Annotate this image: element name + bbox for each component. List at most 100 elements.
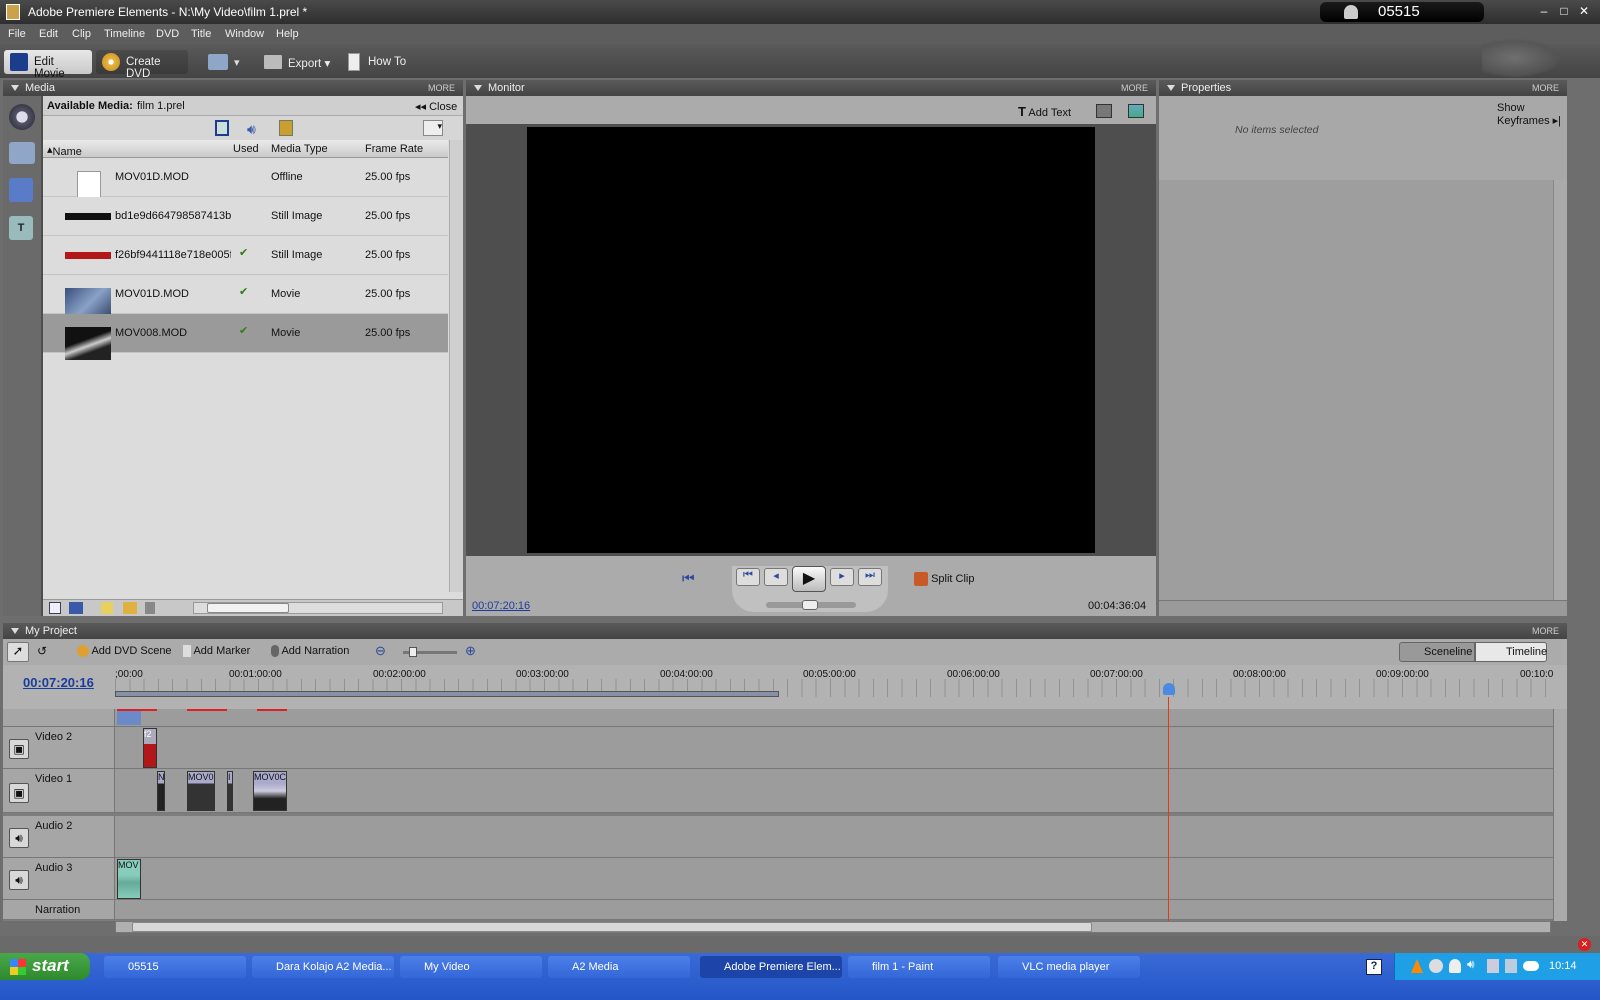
- media-row[interactable]: bd1e9d664798587413b0a Still Image 25.00 …: [43, 197, 448, 236]
- cloud-tray-icon[interactable]: [1523, 961, 1539, 971]
- task-premiere-elements[interactable]: Adobe Premiere Elem...: [700, 956, 842, 978]
- collapse-icon[interactable]: [11, 628, 19, 634]
- split-clip-button[interactable]: Split Clip: [914, 572, 974, 586]
- delete-icon[interactable]: [145, 602, 155, 614]
- video-track-icon[interactable]: ▣: [9, 739, 29, 759]
- work-area-bar[interactable]: [115, 691, 779, 697]
- clip[interactable]: f2: [143, 728, 157, 768]
- volume-tray-icon[interactable]: 🔊︎: [1467, 957, 1475, 972]
- sceneline-button[interactable]: Sceneline: [1399, 642, 1475, 662]
- create-dvd-button[interactable]: Create DVD: [96, 50, 188, 80]
- media-row[interactable]: f26bf9441118e718e005f1 ✔ Still Image 25.…: [43, 236, 448, 275]
- filter-audio-icon[interactable]: 🔊︎: [247, 121, 256, 138]
- menu-help[interactable]: Help: [276, 28, 299, 40]
- task-vlc[interactable]: VLC media player: [998, 956, 1140, 978]
- safe-margin-icon[interactable]: [1128, 104, 1144, 118]
- media-scroll-thumb[interactable]: [207, 603, 289, 613]
- menu-clip[interactable]: Clip: [72, 28, 91, 40]
- icon-view-icon[interactable]: [69, 602, 83, 614]
- clip[interactable]: N: [157, 771, 165, 811]
- column-media-type[interactable]: Media Type: [271, 143, 328, 155]
- timeline-vertical-scrollbar[interactable]: [1553, 709, 1567, 921]
- audio-track-icon[interactable]: 🔊︎: [9, 828, 29, 848]
- filter-image-icon[interactable]: [279, 120, 293, 136]
- new-folder-icon[interactable]: [123, 602, 137, 614]
- start-button[interactable]: start: [0, 953, 90, 980]
- go-to-beginning-icon[interactable]: ⏮: [682, 570, 695, 587]
- task-paint[interactable]: film 1 - Paint: [848, 956, 990, 978]
- capture-icon[interactable]: [208, 54, 228, 70]
- filter-video-icon[interactable]: [215, 120, 229, 136]
- media-row-selected[interactable]: MOV008.MOD ✔ Movie 25.00 fps: [43, 314, 448, 360]
- playhead-handle[interactable]: [1163, 683, 1175, 695]
- menu-title[interactable]: Title: [191, 28, 211, 40]
- edit-movie-button[interactable]: Edit Movie: [4, 50, 92, 80]
- tray-icon[interactable]: [1487, 959, 1499, 973]
- view-options-icon[interactable]: ▾: [423, 120, 443, 136]
- clip[interactable]: MOV0: [187, 771, 215, 811]
- maximize-button[interactable]: □: [1556, 4, 1572, 20]
- column-used[interactable]: Used: [233, 143, 259, 155]
- zoom-in-icon[interactable]: ⊕: [465, 643, 476, 659]
- collapse-icon[interactable]: [1167, 85, 1175, 91]
- menu-edit[interactable]: Edit: [39, 28, 58, 40]
- user-badge[interactable]: 05515: [1320, 2, 1484, 22]
- column-name[interactable]: ▴ Name: [47, 143, 82, 158]
- add-narration-button[interactable]: Add Narration: [271, 645, 349, 658]
- film-reel-icon[interactable]: [9, 104, 35, 130]
- selection-tool-icon[interactable]: ➚: [7, 642, 29, 662]
- help-icon[interactable]: ?: [1366, 959, 1382, 975]
- collapse-icon[interactable]: [11, 85, 19, 91]
- menu-window[interactable]: Window: [225, 28, 264, 40]
- task-browser[interactable]: Dara Kolajo A2 Media...: [252, 956, 394, 978]
- media-row[interactable]: MOV01D.MOD Offline 25.00 fps: [43, 158, 448, 201]
- current-timecode[interactable]: 00:07:20:16: [472, 600, 530, 612]
- menu-file[interactable]: File: [8, 28, 26, 40]
- time-ruler[interactable]: 00:07:20:16 ;00:00 00:01:00:00 00:02:00:…: [3, 665, 1567, 709]
- close-button[interactable]: ✕: [1576, 4, 1592, 20]
- timeline-button[interactable]: Timeline: [1475, 642, 1547, 662]
- error-icon[interactable]: ✕: [1578, 938, 1591, 951]
- zoom-out-icon[interactable]: ⊖: [375, 643, 386, 659]
- how-to-button[interactable]: How To: [344, 50, 412, 74]
- export-button[interactable]: Export ▾: [258, 50, 336, 74]
- show-keyframes-button[interactable]: Show Keyframes ▸|: [1497, 102, 1567, 127]
- time-stretch-icon[interactable]: ↺: [37, 644, 47, 658]
- audio-track-icon[interactable]: 🔊︎: [9, 870, 29, 890]
- properties-scrollbar[interactable]: [1553, 180, 1567, 600]
- monitor-viewer[interactable]: [466, 124, 1156, 556]
- monitor-more-button[interactable]: MORE: [1121, 83, 1148, 93]
- vlc-tray-icon[interactable]: [1411, 959, 1423, 973]
- shuttle-thumb[interactable]: [802, 600, 818, 610]
- step-back-icon[interactable]: ⏮: [736, 568, 760, 586]
- play-button[interactable]: ▶: [792, 566, 826, 592]
- list-view-icon[interactable]: [49, 602, 61, 614]
- collapse-icon[interactable]: [474, 85, 482, 91]
- menu-dvd[interactable]: DVD: [156, 28, 179, 40]
- tray-icon[interactable]: [1505, 959, 1517, 973]
- minimize-button[interactable]: –: [1536, 4, 1552, 20]
- column-frame-rate[interactable]: Frame Rate: [365, 143, 423, 155]
- add-text-button[interactable]: T Add Text: [1018, 104, 1071, 119]
- properties-more-button[interactable]: MORE: [1532, 83, 1559, 93]
- user-tray-icon[interactable]: [1449, 959, 1461, 973]
- project-more-button[interactable]: MORE: [1532, 626, 1559, 636]
- task-05515[interactable]: 05515: [104, 956, 246, 978]
- clip[interactable]: [117, 711, 141, 725]
- close-media-button[interactable]: ◂◂ Close: [415, 100, 457, 113]
- step-forward-icon[interactable]: ⏭: [858, 568, 882, 586]
- media-more-button[interactable]: MORE: [428, 83, 455, 93]
- video-track-icon[interactable]: ▣: [9, 783, 29, 803]
- clip[interactable]: MOV: [117, 859, 141, 899]
- network-tray-icon[interactable]: [1429, 959, 1443, 973]
- frame-back-icon[interactable]: ◂: [764, 568, 788, 586]
- zoom-slider-thumb[interactable]: [409, 647, 417, 657]
- task-my-video[interactable]: My Video: [400, 956, 542, 978]
- timeline-timecode[interactable]: 00:07:20:16: [23, 675, 94, 690]
- add-marker-button[interactable]: Add Marker: [183, 645, 250, 658]
- frame-forward-icon[interactable]: ▸: [830, 568, 854, 586]
- effects-icon[interactable]: [9, 178, 33, 202]
- task-a2-media[interactable]: A2 Media: [548, 956, 690, 978]
- timeline-scroll-thumb[interactable]: [132, 922, 1092, 932]
- media-vertical-scrollbar[interactable]: [449, 140, 463, 592]
